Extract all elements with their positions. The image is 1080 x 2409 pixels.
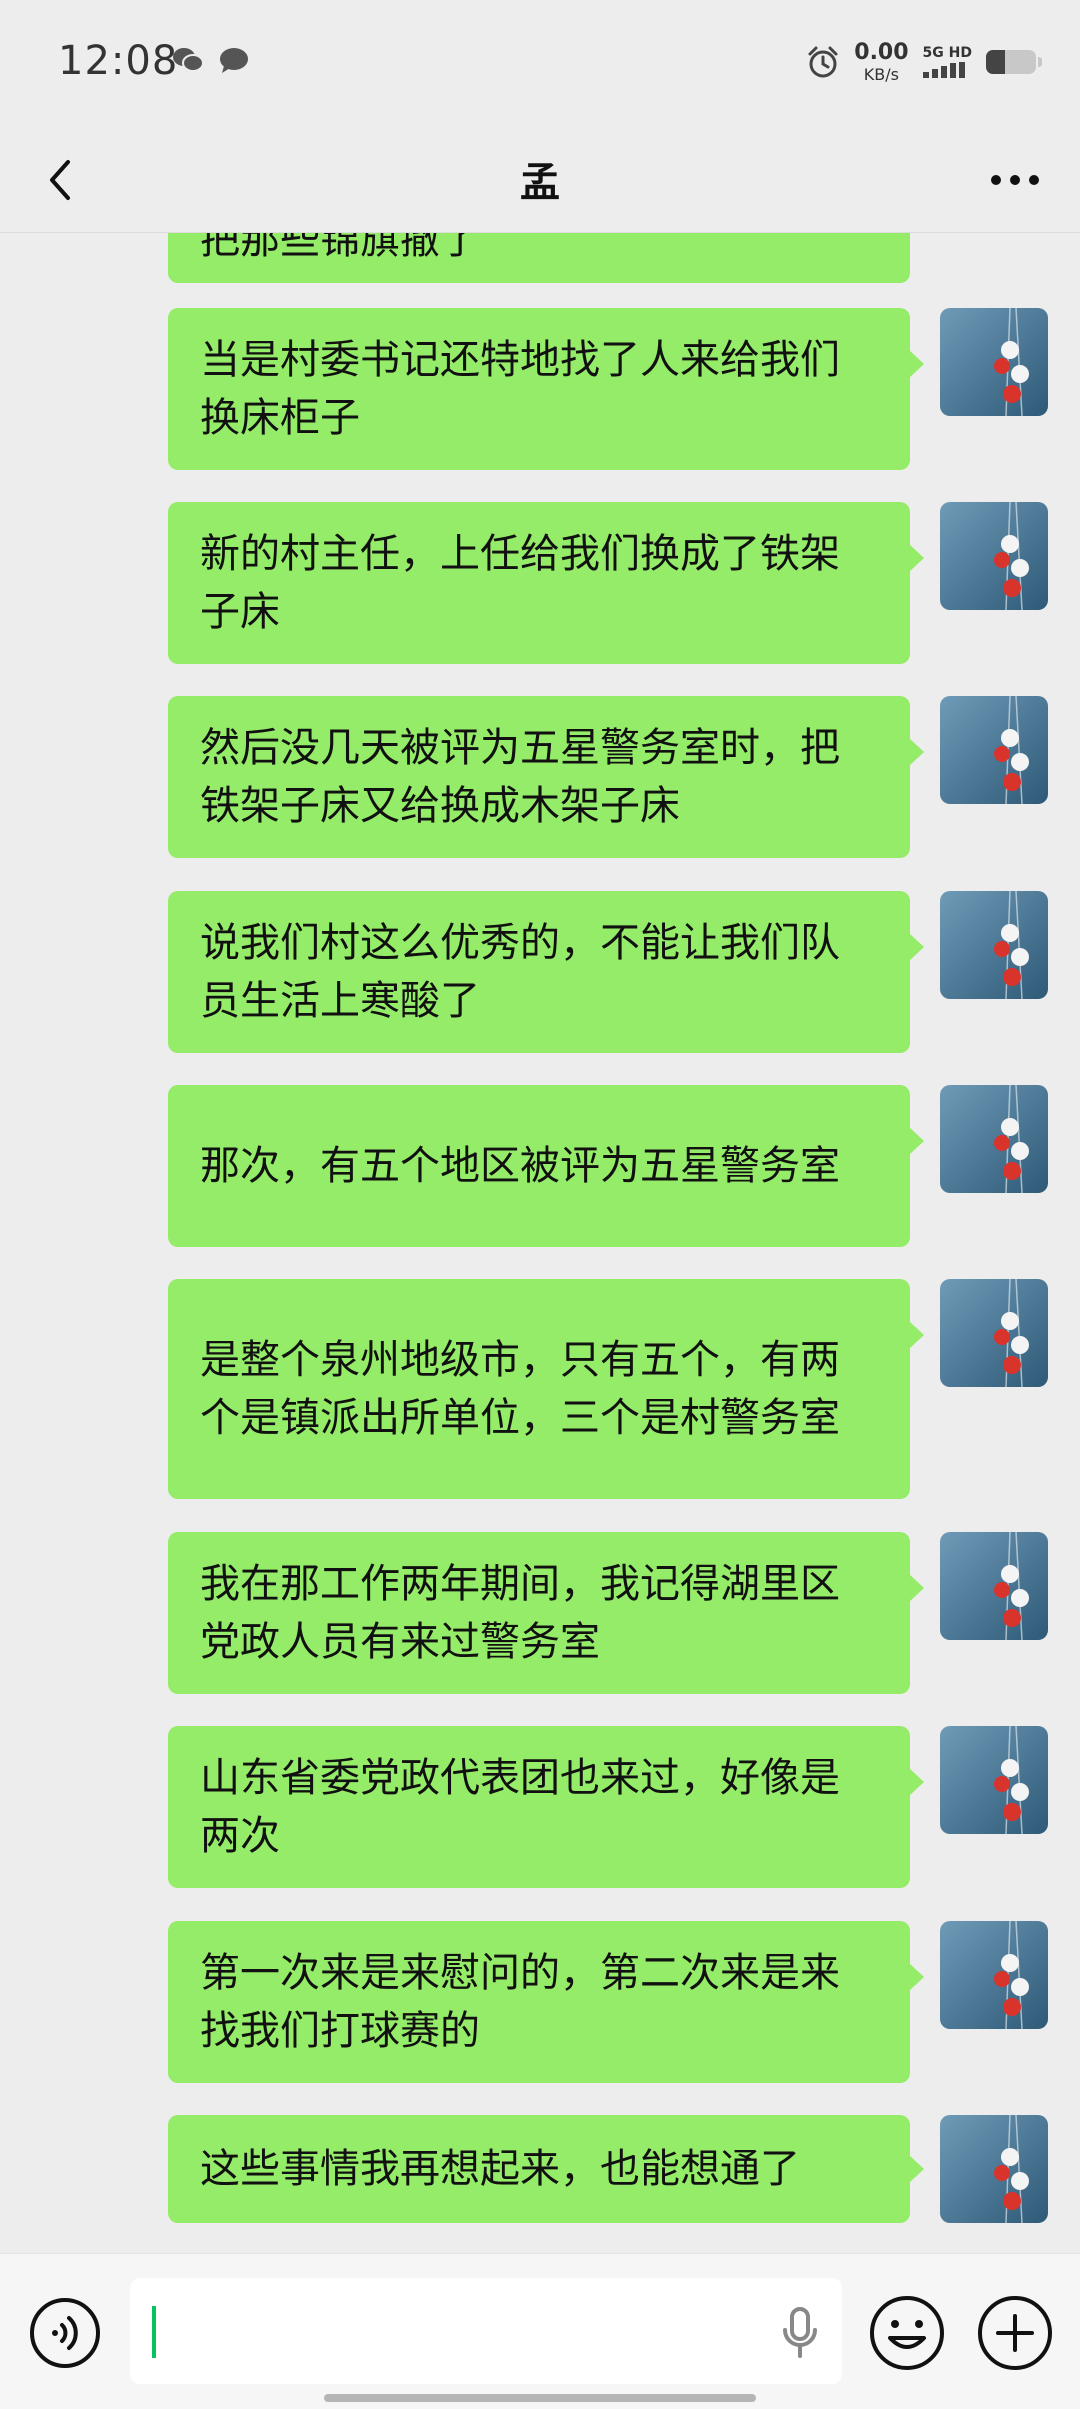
message-bubble[interactable]: 当是村委书记还特地找了人来给我们换床柜子 xyxy=(168,308,924,470)
alarm-icon xyxy=(808,46,838,78)
message-text: 然后没几天被评为五星警务室时，把铁架子床又给换成木架子床 xyxy=(200,725,840,829)
voice-mode-icon[interactable] xyxy=(28,2296,102,2370)
avatar[interactable] xyxy=(940,1921,1048,2029)
battery-icon xyxy=(986,50,1042,74)
avatar[interactable] xyxy=(940,696,1048,804)
avatar[interactable] xyxy=(940,502,1048,610)
status-right: 0.00 KB/s 5G HD xyxy=(806,39,1042,84)
message-text: 第一次来是来慰问的，第二次来是来找我们打球赛的 xyxy=(200,1950,840,2054)
more-options-icon[interactable] xyxy=(980,148,1050,212)
signal-group: 5G HD xyxy=(922,45,972,78)
plus-circle-icon[interactable] xyxy=(976,2294,1054,2372)
message-icon xyxy=(220,48,248,73)
home-indicator[interactable] xyxy=(324,2394,756,2402)
message-bubble[interactable]: 第一次来是来慰问的，第二次来是来找我们打球赛的 xyxy=(168,1921,924,2083)
message-bubble[interactable]: 把那些锦旗撤了 xyxy=(168,233,910,283)
avatar[interactable] xyxy=(940,1279,1048,1387)
message-input[interactable] xyxy=(130,2278,842,2384)
avatar-image xyxy=(940,1085,1048,1193)
avatar-image xyxy=(940,696,1048,804)
microphone-icon[interactable] xyxy=(778,2306,822,2360)
status-bar: 12:08 0.00 KB/s 5G HD xyxy=(0,0,1080,128)
message-text: 是整个泉州地级市，只有五个，有两个是镇派出所单位，三个是村警务室 xyxy=(200,1337,840,1441)
message-bubble[interactable]: 我在那工作两年期间，我记得湖里区党政人员有来过警务室 xyxy=(168,1532,924,1694)
avatar[interactable] xyxy=(940,1532,1048,1640)
message-text: 这些事情我再想起来，也能想通了 xyxy=(200,2146,800,2192)
emoji-icon[interactable] xyxy=(868,2294,946,2372)
message-text: 说我们村这么优秀的，不能让我们队员生活上寒酸了 xyxy=(200,920,840,1024)
message-bubble[interactable]: 是整个泉州地级市，只有五个，有两个是镇派出所单位，三个是村警务室 xyxy=(168,1279,924,1499)
avatar-image xyxy=(940,891,1048,999)
chat-title: 孟 xyxy=(520,160,560,206)
avatar-image xyxy=(940,2115,1048,2223)
status-time: 12:08 xyxy=(58,38,179,84)
message-text: 当是村委书记还特地找了人来给我们换床柜子 xyxy=(200,337,840,441)
signal-icon xyxy=(922,62,965,78)
avatar-image xyxy=(940,502,1048,610)
message-bubble[interactable]: 那次，有五个地区被评为五星警务室 xyxy=(168,1085,924,1247)
message-bubble[interactable]: 说我们村这么优秀的，不能让我们队员生活上寒酸了 xyxy=(168,891,924,1053)
network-speed: 0.00 KB/s xyxy=(854,39,909,84)
input-bar xyxy=(0,2253,1080,2409)
message-bubble[interactable]: 新的村主任，上任给我们换成了铁架子床 xyxy=(168,502,924,664)
avatar[interactable] xyxy=(940,1726,1048,1834)
wechat-icon xyxy=(173,48,204,72)
message-bubble[interactable]: 这些事情我再想起来，也能想通了 xyxy=(168,2115,924,2223)
avatar-image xyxy=(940,1921,1048,2029)
network-type: 5G HD xyxy=(922,45,972,61)
message-text: 山东省委党政代表团也来过，好像是两次 xyxy=(200,1755,840,1859)
chat-header: 孟 xyxy=(0,128,1080,233)
network-speed-value: 0.00 xyxy=(854,39,909,65)
message-bubble[interactable]: 山东省委党政代表团也来过，好像是两次 xyxy=(168,1726,924,1888)
avatar[interactable] xyxy=(940,891,1048,999)
message-bubble[interactable]: 然后没几天被评为五星警务室时，把铁架子床又给换成木架子床 xyxy=(168,696,924,858)
avatar[interactable] xyxy=(940,2115,1048,2223)
avatar[interactable] xyxy=(940,308,1048,416)
avatar-image xyxy=(940,1726,1048,1834)
message-text: 我在那工作两年期间，我记得湖里区党政人员有来过警务室 xyxy=(200,1561,840,1665)
avatar-image xyxy=(940,1279,1048,1387)
avatar-image xyxy=(940,1532,1048,1640)
avatar[interactable] xyxy=(940,1085,1048,1193)
network-speed-unit: KB/s xyxy=(863,64,899,84)
chat-message-list[interactable]: 把那些锦旗撤了 当是村委书记还特地找了人来给我们换床柜子 新的村主任，上任给我们… xyxy=(0,233,1080,2253)
message-text: 新的村主任，上任给我们换成了铁架子床 xyxy=(200,531,840,635)
message-text: 把那些锦旗撤了 xyxy=(200,233,480,263)
message-text: 那次，有五个地区被评为五星警务室 xyxy=(200,1143,840,1189)
text-caret xyxy=(152,2306,156,2358)
avatar-image xyxy=(940,308,1048,416)
